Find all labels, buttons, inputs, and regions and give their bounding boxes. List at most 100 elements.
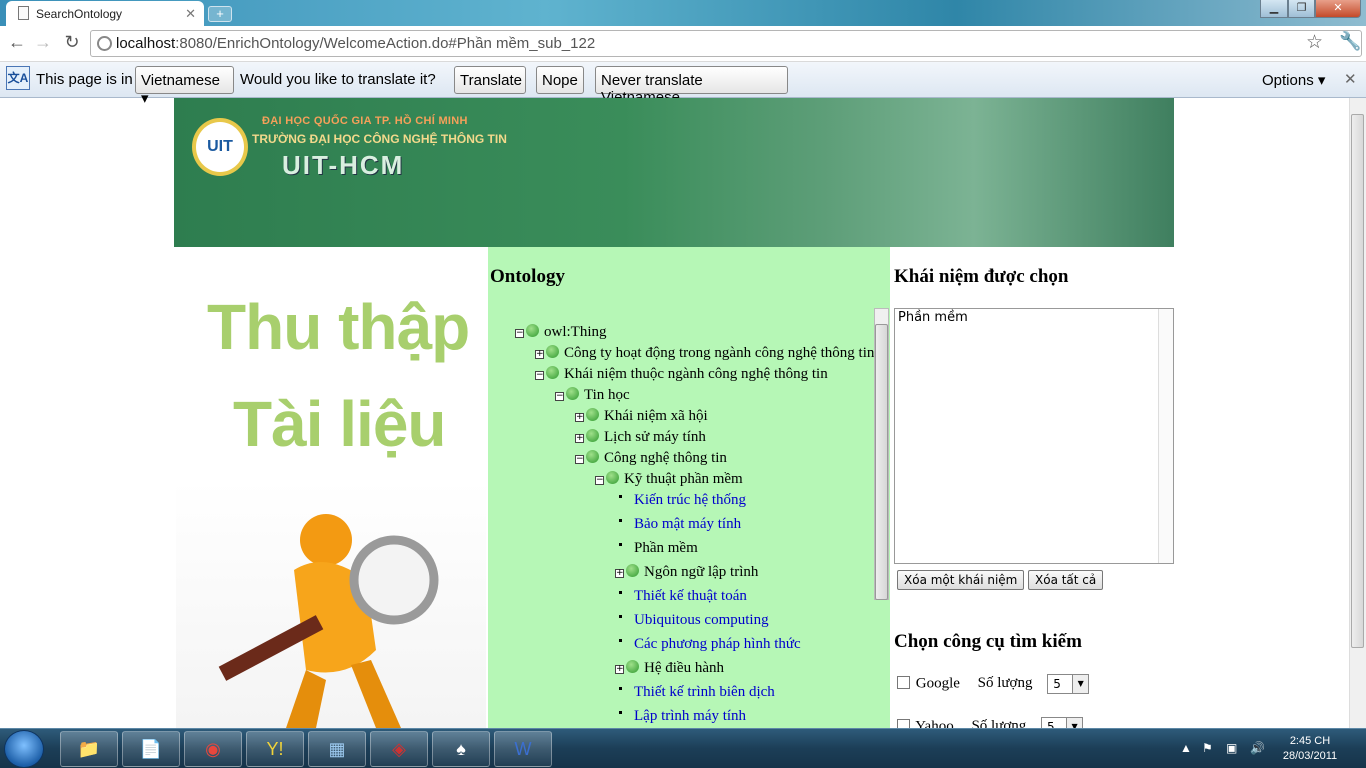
browser-tab[interactable]: SearchOntology ✕ <box>6 1 204 26</box>
never-translate-button[interactable]: Never translate Vietnamese <box>595 66 788 106</box>
tree-node[interactable]: Phần mềm <box>619 540 698 557</box>
collapse-icon[interactable]: − <box>535 371 544 380</box>
tree-node-label: Các phương pháp hình thức <box>634 636 801 652</box>
tree-scrollbar-thumb[interactable] <box>875 324 888 600</box>
options-menu[interactable]: Options ▾ <box>1262 71 1325 89</box>
magnifier-figure-image <box>176 480 486 728</box>
dropdown-arrow-icon: ▼ <box>1072 675 1089 693</box>
tree-node[interactable]: Các phương pháp hình thức <box>619 636 801 653</box>
tree-node[interactable]: Ubiquitous computing <box>619 612 769 629</box>
bullet-icon <box>619 495 622 498</box>
bullet-icon <box>619 519 622 522</box>
tree-node-label: owl:Thing <box>544 324 607 340</box>
nope-button[interactable]: Nope <box>536 66 584 94</box>
expand-icon[interactable]: + <box>575 413 584 422</box>
language-select[interactable]: Vietnamese ▾ <box>135 66 234 107</box>
tray-flag-icon[interactable]: ⚑ <box>1202 741 1213 755</box>
solitaire-icon[interactable]: ♠ <box>432 731 490 767</box>
chrome-icon[interactable]: ◉ <box>184 731 242 767</box>
expand-icon[interactable]: + <box>575 434 584 443</box>
collapse-icon[interactable]: − <box>575 455 584 464</box>
virtualbox-icon[interactable]: ▦ <box>308 731 366 767</box>
page-scrollbar-thumb[interactable] <box>1351 114 1364 648</box>
tree-node-label: Công ty hoạt động trong ngành công nghệ … <box>564 345 875 361</box>
word-icon[interactable]: W <box>494 731 552 767</box>
check-icon <box>586 408 599 421</box>
search-tools-title: Chọn công cụ tìm kiếm <box>894 631 1082 652</box>
translate-question: Would you like to translate it? <box>240 71 436 88</box>
tree-node[interactable]: + Khái niệm xã hội <box>575 408 708 425</box>
close-infobar-icon[interactable]: ✕ <box>1344 70 1357 88</box>
expand-icon[interactable]: + <box>615 665 624 674</box>
bullet-icon <box>619 543 622 546</box>
bookmark-star-icon[interactable]: ☆ <box>1306 31 1323 54</box>
banner-line1: ĐẠI HỌC QUỐC GIA TP. HỒ CHÍ MINH <box>262 115 468 127</box>
volume-icon[interactable]: 🔊 <box>1250 741 1265 755</box>
side-image-line2: Tài liệu <box>233 388 446 460</box>
bullet-icon <box>619 591 622 594</box>
tree-node[interactable]: + Hệ điều hành <box>615 660 724 677</box>
tree-node[interactable]: Lập trình máy tính <box>619 708 746 725</box>
tree-node[interactable]: − Công nghệ thông tin <box>575 450 727 467</box>
expand-icon[interactable]: + <box>615 569 624 578</box>
remove-one-button[interactable]: Xóa một khái niệm <box>897 570 1025 590</box>
taskbar-clock[interactable]: 2:45 CH 28/03/2011 <box>1270 734 1350 764</box>
tree-node-label: Khái niệm xã hội <box>604 408 708 424</box>
tree-node[interactable]: + Công ty hoạt động trong ngành công nghệ… <box>535 345 874 362</box>
app-icon[interactable]: ◈ <box>370 731 428 767</box>
check-icon <box>586 429 599 442</box>
new-tab-button[interactable]: + <box>208 6 232 22</box>
expand-icon[interactable]: + <box>535 350 544 359</box>
tree-node[interactable]: − Kỹ thuật phần mềm <box>595 471 743 488</box>
close-window-button[interactable]: ✕ <box>1315 0 1361 18</box>
tree-node-label: Kỹ thuật phần mềm <box>624 471 743 487</box>
start-button[interactable] <box>4 730 44 768</box>
yahoo-count-select[interactable]: 5 ▼ <box>1041 717 1084 728</box>
minimize-button[interactable]: ▁ <box>1260 0 1288 18</box>
tree-node[interactable]: − Khái niệm thuộc ngành công nghệ thông t… <box>535 366 828 383</box>
bullet-icon <box>619 639 622 642</box>
dropdown-arrow-icon: ▼ <box>1066 718 1083 728</box>
selected-concepts-box[interactable]: Phần mềm <box>894 308 1174 564</box>
yahoo-messenger-icon[interactable]: Y! <box>246 731 304 767</box>
globe-icon <box>97 36 112 51</box>
tree-node[interactable]: Thiết kế trình biên dịch <box>619 684 775 701</box>
remove-all-button[interactable]: Xóa tất cả <box>1028 570 1104 590</box>
notepad-icon[interactable]: 📄 <box>122 731 180 767</box>
url-path: :8080/EnrichOntology/WelcomeAction.do#Ph… <box>175 35 596 52</box>
banner-line3: UIT-HCM <box>282 150 405 180</box>
collapse-icon[interactable]: − <box>595 476 604 485</box>
maximize-button[interactable]: ❐ <box>1288 0 1315 18</box>
yahoo-checkbox[interactable] <box>897 719 910 728</box>
explorer-icon[interactable]: 📁 <box>60 731 118 767</box>
tree-node-label: Phần mềm <box>634 540 698 556</box>
tree-node[interactable]: − owl:Thing <box>515 324 607 341</box>
bullet-icon <box>619 687 622 690</box>
tree-node[interactable]: Thiết kế thuật toán <box>619 588 747 605</box>
reload-icon[interactable]: ↻ <box>61 32 83 53</box>
tree-node[interactable]: + Lịch sử máy tính <box>575 429 706 446</box>
check-icon <box>626 564 639 577</box>
tree-node-label: Ubiquitous computing <box>634 612 769 628</box>
back-icon[interactable]: ← <box>6 32 28 53</box>
tree-node[interactable]: Bảo mật máy tính <box>619 516 741 533</box>
google-checkbox[interactable] <box>897 676 910 690</box>
tree-node[interactable]: − Tin học <box>555 387 630 404</box>
check-icon <box>606 471 619 484</box>
forward-icon[interactable]: → <box>32 32 54 53</box>
tray-arrow-icon[interactable]: ▲ <box>1180 741 1192 755</box>
close-tab-icon[interactable]: ✕ <box>185 6 196 22</box>
network-icon[interactable]: ▣ <box>1226 741 1237 755</box>
translate-button[interactable]: Translate <box>454 66 526 94</box>
translate-icon: 文A <box>6 66 30 90</box>
count-value: 5 <box>1053 677 1061 691</box>
address-bar[interactable]: localhost:8080/EnrichOntology/WelcomeAct… <box>90 30 1362 57</box>
tree-node[interactable]: Kiến trúc hệ thống <box>619 492 746 509</box>
bullet-icon <box>619 615 622 618</box>
collapse-icon[interactable]: − <box>555 392 564 401</box>
google-count-select[interactable]: 5 ▼ <box>1047 674 1090 694</box>
tree-node[interactable]: + Ngôn ngữ lập trình <box>615 564 758 581</box>
concepts-scrollbar[interactable] <box>1158 309 1173 563</box>
wrench-icon[interactable]: 🔧 <box>1339 31 1361 52</box>
collapse-icon[interactable]: − <box>515 329 524 338</box>
